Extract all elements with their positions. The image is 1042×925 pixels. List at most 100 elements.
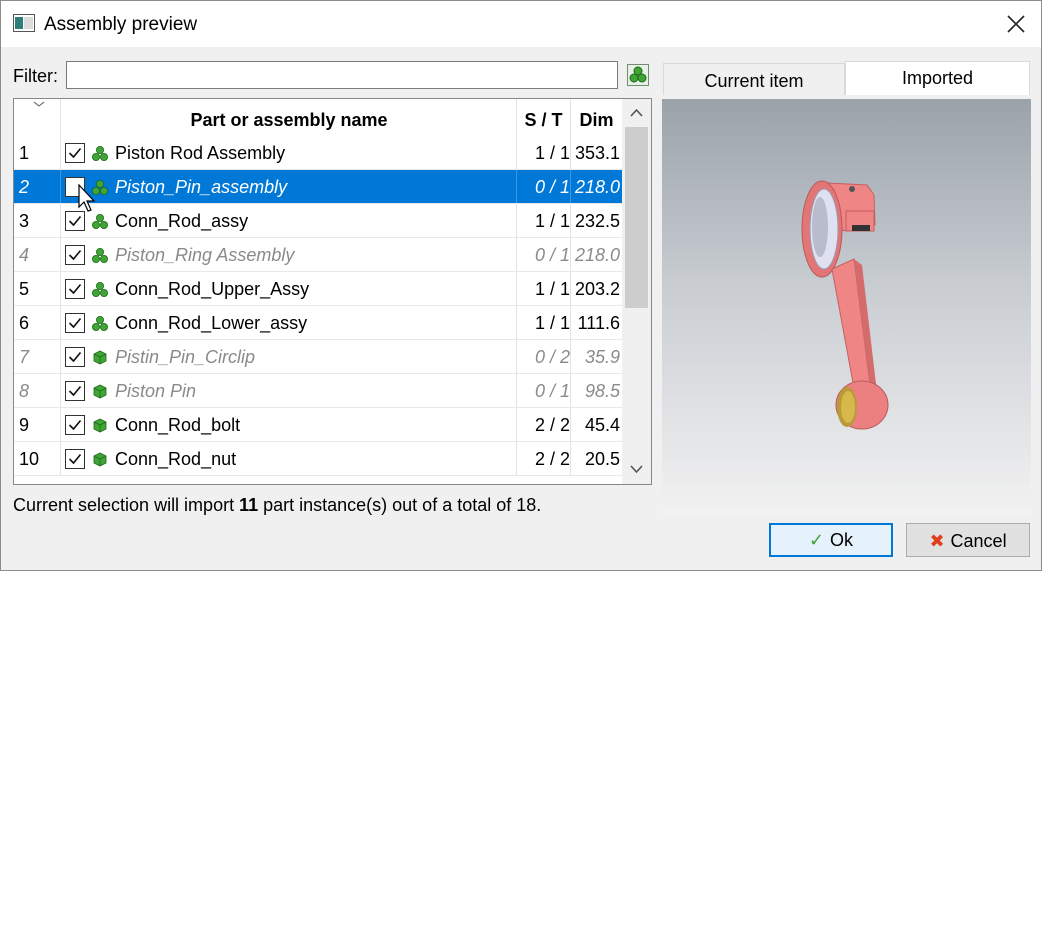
filter-label: Filter: (13, 66, 58, 86)
checkmark-icon (68, 385, 82, 397)
dim-value: 203.2 (574, 279, 620, 299)
row-number: 1 (19, 143, 30, 163)
row-number: 2 (19, 177, 30, 197)
tab-current-item[interactable]: Current item (663, 63, 845, 95)
part-cube-icon (93, 350, 107, 365)
selected-count: 11 (239, 495, 259, 515)
include-checkbox[interactable] (65, 313, 85, 333)
checkmark-icon (68, 453, 82, 465)
filter-input[interactable] (66, 61, 618, 89)
checkmark-icon (68, 215, 82, 227)
3d-preview-viewport[interactable] (662, 99, 1031, 515)
column-separator (60, 170, 61, 204)
scroll-thumb[interactable] (625, 127, 648, 308)
st-value: 1 / 1 (534, 279, 570, 299)
part-name: Conn_Rod_nut (115, 449, 237, 469)
checkmark-icon (68, 351, 82, 363)
check-icon: ✓ (808, 530, 825, 550)
st-value: 2 / 2 (534, 415, 570, 435)
part-name: Conn_Rod_Lower_assy (115, 313, 308, 333)
checkmark-icon (68, 147, 82, 159)
dim-value: 353.1 (574, 143, 620, 163)
part-name: Conn_Rod_Upper_Assy (115, 279, 310, 299)
filter-assembly-button[interactable] (627, 64, 649, 86)
assembly-icon (92, 248, 108, 263)
part-cube-icon (93, 418, 107, 433)
table-row[interactable]: 9 Conn_Rod_bolt 2 / 2 45.4 (14, 408, 622, 442)
row-number: 8 (19, 381, 30, 401)
close-button[interactable] (991, 1, 1041, 47)
table-row[interactable]: 4 Piston_Ring Assembly 0 / 1 218.0 (14, 238, 622, 272)
table-header: Part or assembly name S / T Dim (14, 99, 622, 136)
column-separator (60, 374, 61, 408)
cancel-button[interactable]: ✖ Cancel (906, 523, 1030, 557)
column-separator (60, 340, 61, 374)
row-number: 10 (19, 449, 40, 469)
checkmark-icon (68, 317, 82, 329)
part-name: Piston_Pin_assembly (115, 177, 288, 197)
st-value: 0 / 1 (534, 381, 570, 401)
table-row[interactable]: 7 Pistin_Pin_Circlip 0 / 2 35.9 (14, 340, 622, 374)
column-separator (60, 408, 61, 442)
checkmark-icon (68, 283, 82, 295)
st-value: 1 / 1 (534, 143, 570, 163)
sort-chevron-icon[interactable] (32, 99, 46, 109)
row-number: 9 (19, 415, 30, 435)
st-value: 2 / 2 (534, 449, 570, 469)
st-value: 0 / 2 (534, 347, 570, 367)
header-name[interactable]: Part or assembly name (61, 99, 517, 136)
include-checkbox[interactable] (65, 381, 85, 401)
column-separator (60, 272, 61, 306)
table-row[interactable]: 5 Conn_Rod_Upper_Assy 1 / 1 203.2 (14, 272, 622, 306)
st-value: 0 / 1 (534, 177, 570, 197)
header-dim[interactable]: Dim (571, 99, 622, 136)
table-row[interactable]: 2 Piston_Pin_assembly 0 / 1 218.0 (14, 170, 622, 204)
include-checkbox[interactable] (65, 245, 85, 265)
scroll-up-icon[interactable] (622, 101, 651, 125)
checkmark-icon (68, 419, 82, 431)
include-checkbox[interactable] (65, 347, 85, 367)
dim-value: 35.9 (584, 347, 620, 367)
part-cube-icon (93, 452, 107, 467)
include-checkbox[interactable] (65, 143, 85, 163)
st-value: 1 / 1 (534, 313, 570, 333)
dim-value: 98.5 (584, 381, 620, 401)
connecting-rod-model (801, 180, 889, 430)
checkmark-icon (68, 249, 82, 261)
table-row[interactable]: 8 Piston Pin 0 / 1 98.5 (14, 374, 622, 408)
part-name: Piston_Ring Assembly (115, 245, 295, 265)
table-row[interactable]: 10 Conn_Rod_nut 2 / 2 20.5 (14, 442, 622, 476)
assembly-preview-dialog: Assembly preview Filter: Part or assembl… (0, 0, 1042, 571)
row-divider (14, 475, 622, 476)
table-row[interactable]: 3 Conn_Rod_assy 1 / 1 232.5 (14, 204, 622, 238)
part-name: Conn_Rod_assy (115, 211, 249, 231)
row-number: 5 (19, 279, 30, 299)
column-separator (60, 204, 61, 238)
part-name: Conn_Rod_bolt (115, 415, 241, 435)
dim-value: 111.6 (577, 313, 620, 333)
scroll-down-icon[interactable] (622, 457, 651, 481)
part-name: Piston Rod Assembly (115, 143, 286, 163)
row-number: 4 (19, 245, 30, 265)
include-checkbox[interactable] (65, 449, 85, 469)
st-value: 1 / 1 (534, 211, 570, 231)
part-name: Pistin_Pin_Circlip (115, 347, 256, 367)
include-checkbox[interactable] (65, 279, 85, 299)
dim-value: 218.0 (574, 245, 620, 265)
selection-status: Current selection will import 11 part in… (13, 495, 542, 515)
column-separator (60, 306, 61, 340)
title-bar: Assembly preview (1, 1, 1041, 47)
row-number: 6 (19, 313, 30, 333)
close-icon (1007, 15, 1025, 33)
assembly-icon (92, 214, 108, 229)
ok-button[interactable]: ✓ Ok (769, 523, 893, 557)
table-row[interactable]: 1 Piston Rod Assembly 1 / 1 353.1 (14, 136, 622, 170)
header-st[interactable]: S / T (517, 99, 570, 136)
vertical-scrollbar[interactable] (622, 99, 651, 484)
tab-imported[interactable]: Imported (845, 61, 1030, 95)
column-separator (60, 136, 61, 170)
part-name: Piston Pin (115, 381, 197, 401)
include-checkbox[interactable] (65, 415, 85, 435)
app-window-icon (13, 14, 35, 32)
table-row[interactable]: 6 Conn_Rod_Lower_assy 1 / 1 111.6 (14, 306, 622, 340)
